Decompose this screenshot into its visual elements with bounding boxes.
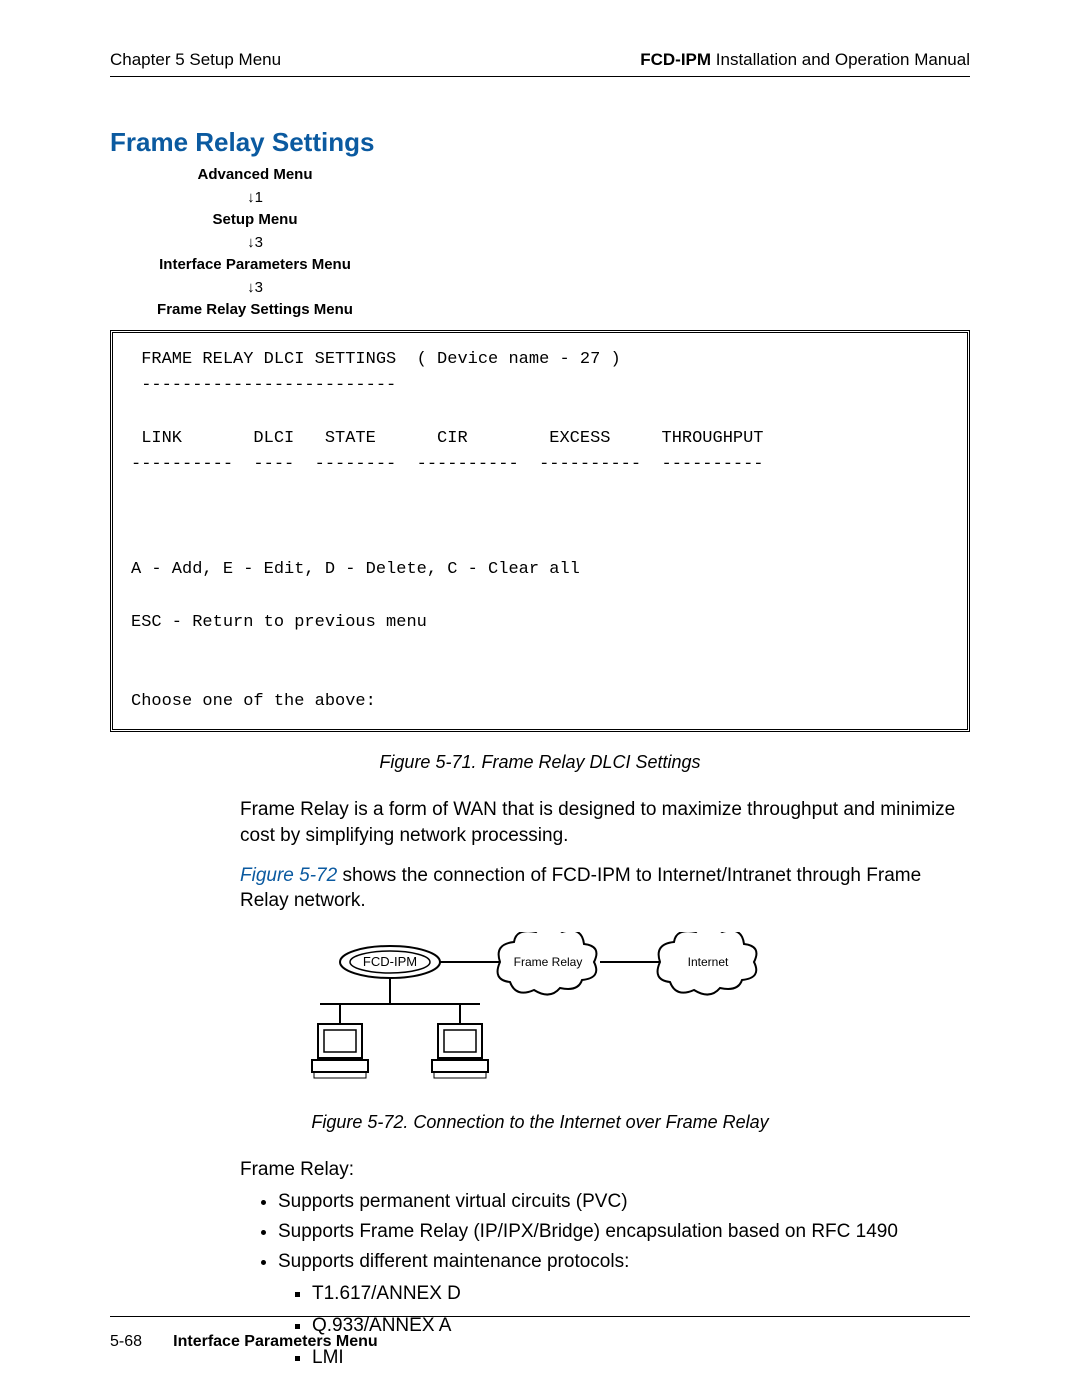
terminal-screen: FRAME RELAY DLCI SETTINGS ( Device name … xyxy=(110,330,970,733)
list-item: Supports Frame Relay (IP/IPX/Bridge) enc… xyxy=(278,1221,970,1243)
breadcrumb-item: Advanced Menu xyxy=(140,164,370,187)
body-text: Frame Relay is a form of WAN that is des… xyxy=(240,797,970,914)
terminal-commands: A - Add, E - Edit, D - Delete, C - Clear… xyxy=(131,560,580,579)
terminal-prompt: Choose one of the above: xyxy=(131,692,376,711)
section-title: Frame Relay Settings xyxy=(110,127,970,158)
list-item-text: Supports different maintenance protocols… xyxy=(278,1251,629,1272)
list-item: T1.617/ANNEX D xyxy=(312,1283,970,1305)
network-diagram: FCD-IPM Frame Relay Internet xyxy=(300,932,780,1092)
list-intro: Frame Relay: xyxy=(240,1157,970,1183)
breadcrumb-item: Frame Relay Settings Menu xyxy=(140,299,370,322)
computer-icon xyxy=(432,1024,488,1078)
computer-icon xyxy=(312,1024,368,1078)
footer-section: Interface Parameters Menu xyxy=(173,1333,378,1350)
paragraph: Frame Relay is a form of WAN that is des… xyxy=(240,797,970,848)
diagram-node-framerelay: Frame Relay xyxy=(514,955,583,969)
terminal-line: ------------------------- xyxy=(131,376,396,395)
breadcrumb-item: Interface Parameters Menu xyxy=(140,254,370,277)
header-right-rest: Installation and Operation Manual xyxy=(711,50,970,69)
page-number: 5-68 xyxy=(110,1333,142,1350)
terminal-esc: ESC - Return to previous menu xyxy=(131,613,427,632)
terminal-columns: LINK DLCI STATE CIR EXCESS THROUGHPUT xyxy=(131,429,764,448)
list-item: Supports permanent virtual circuits (PVC… xyxy=(278,1191,970,1213)
diagram-node-fcdipm: FCD-IPM xyxy=(363,954,417,969)
figure-caption-2: Figure 5-72. Connection to the Internet … xyxy=(110,1112,970,1133)
terminal-line: ---------- ---- -------- ---------- ----… xyxy=(131,455,764,474)
page-header: Chapter 5 Setup Menu FCD-IPM Installatio… xyxy=(110,50,970,77)
breadcrumb-arrow: ↓3 xyxy=(140,232,370,255)
figure-crossref-link[interactable]: Figure 5-72 xyxy=(240,865,337,886)
breadcrumb-arrow: ↓1 xyxy=(140,187,370,210)
page-footer: 5-68 Interface Parameters Menu xyxy=(110,1316,970,1351)
terminal-line: FRAME RELAY DLCI SETTINGS ( Device name … xyxy=(131,350,621,369)
paragraph-rest: shows the connection of FCD-IPM to Inter… xyxy=(240,865,921,912)
breadcrumb-item: Setup Menu xyxy=(140,209,370,232)
header-right: FCD-IPM Installation and Operation Manua… xyxy=(640,50,970,70)
header-right-bold: FCD-IPM xyxy=(640,50,711,69)
breadcrumb-arrow: ↓3 xyxy=(140,277,370,300)
figure-caption-1: Figure 5-71. Frame Relay DLCI Settings xyxy=(110,752,970,773)
menu-breadcrumb: Advanced Menu ↓1 Setup Menu ↓3 Interface… xyxy=(140,164,370,322)
paragraph: Figure 5-72 shows the connection of FCD-… xyxy=(240,863,970,914)
header-left: Chapter 5 Setup Menu xyxy=(110,50,281,70)
diagram-node-internet: Internet xyxy=(688,955,729,969)
